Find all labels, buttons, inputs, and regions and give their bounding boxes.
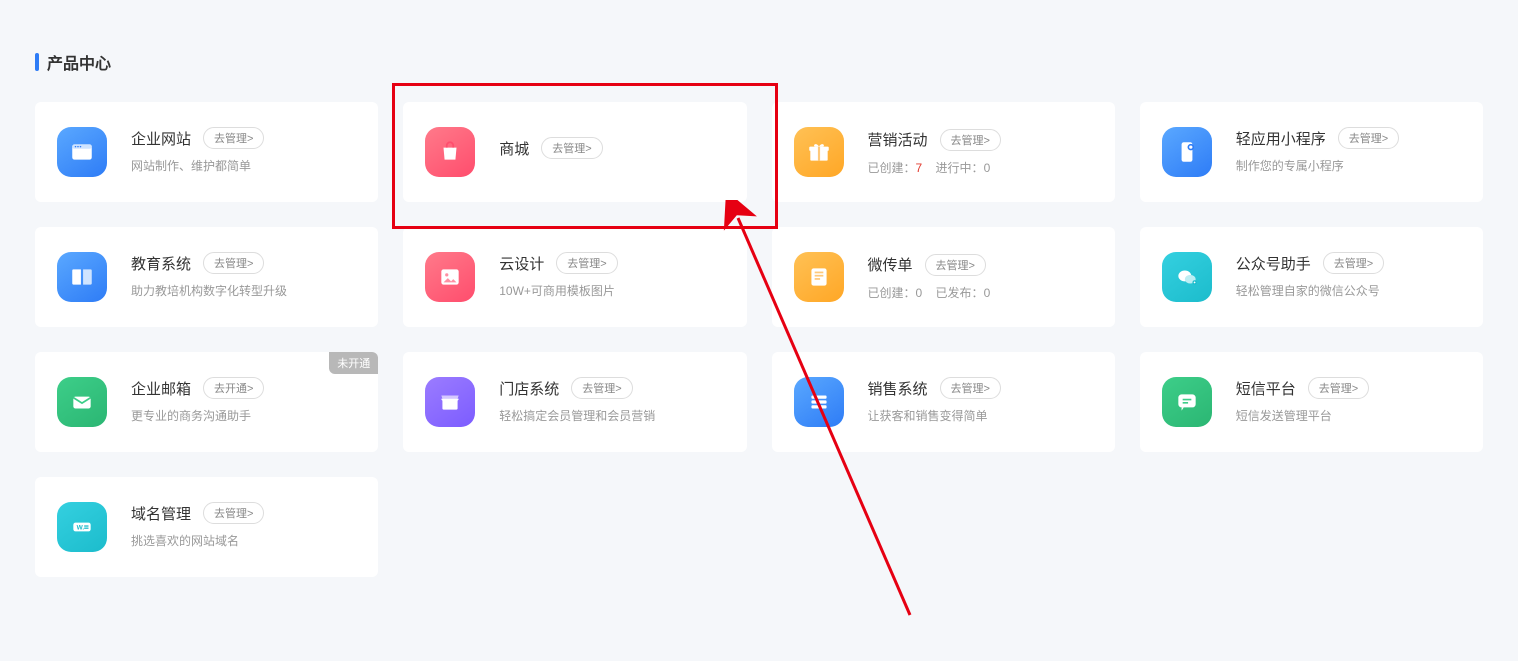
card-design[interactable]: 云设计 去管理> 10W+可商用模板图片 (403, 227, 746, 327)
stat-created-value: 7 (916, 161, 923, 175)
wechat-icon (1162, 252, 1212, 302)
card-title: 域名管理 (131, 503, 191, 524)
card-title: 门店系统 (499, 378, 559, 399)
card-desc: 制作您的专属小程序 (1236, 157, 1461, 176)
chat-bubble-icon (1162, 377, 1212, 427)
card-desc: 挑选喜欢的网站域名 (131, 532, 356, 551)
gift-icon (794, 127, 844, 177)
card-title: 企业网站 (131, 128, 191, 149)
manage-button[interactable]: 去管理> (556, 252, 617, 274)
section-title-text: 产品中心 (47, 50, 111, 74)
card-sms[interactable]: 短信平台 去管理> 短信发送管理平台 (1140, 352, 1483, 452)
manage-button[interactable]: 去管理> (1338, 127, 1399, 149)
card-desc: 轻松管理自家的微信公众号 (1236, 282, 1461, 301)
card-stats: 已创建：0 已发布：0 (868, 284, 1093, 301)
shopping-bag-icon (425, 127, 475, 177)
storefront-icon (425, 377, 475, 427)
manage-button[interactable]: 去管理> (940, 129, 1001, 151)
card-title: 短信平台 (1236, 378, 1296, 399)
stat-running-value: 0 (984, 161, 991, 175)
stat-running-label: 进行中： (936, 161, 984, 175)
svg-text:W.: W. (77, 525, 85, 532)
card-flyer[interactable]: 微传单 去管理> 已创建：0 已发布：0 (772, 227, 1115, 327)
card-store[interactable]: 门店系统 去管理> 轻松搞定会员管理和会员营销 (403, 352, 746, 452)
card-desc: 网站制作、维护都简单 (131, 157, 356, 176)
stat-published-value: 0 (984, 286, 991, 300)
manage-button[interactable]: 去管理> (940, 377, 1001, 399)
card-desc: 更专业的商务沟通助手 (131, 407, 356, 426)
card-desc: 让获客和销售变得简单 (868, 407, 1093, 426)
browser-window-icon (57, 127, 107, 177)
card-title: 云设计 (499, 253, 544, 274)
open-button[interactable]: 去开通> (203, 377, 264, 399)
card-title: 教育系统 (131, 253, 191, 274)
card-title: 营销活动 (868, 129, 928, 150)
card-website[interactable]: 企业网站 去管理> 网站制作、维护都简单 (35, 102, 378, 202)
manage-button[interactable]: 去管理> (203, 252, 264, 274)
card-domain[interactable]: W. 域名管理 去管理> 挑选喜欢的网站域名 (35, 477, 378, 577)
section-title: 产品中心 (35, 50, 1483, 74)
card-miniapp[interactable]: 轻应用小程序 去管理> 制作您的专属小程序 (1140, 102, 1483, 202)
envelope-icon (57, 377, 107, 427)
card-mail[interactable]: 未开通 企业邮箱 去开通> 更专业的商务沟通助手 (35, 352, 378, 452)
manage-button[interactable]: 去管理> (203, 502, 264, 524)
card-title: 微传单 (868, 254, 913, 275)
domain-tag-icon: W. (57, 502, 107, 552)
image-icon (425, 252, 475, 302)
stat-created-value: 0 (916, 286, 923, 300)
card-title: 销售系统 (868, 378, 928, 399)
card-stats: 已创建：7 进行中：0 (868, 159, 1093, 176)
list-bars-icon (794, 377, 844, 427)
card-title: 公众号助手 (1236, 253, 1311, 274)
manage-button[interactable]: 去管理> (571, 377, 632, 399)
unopened-badge: 未开通 (329, 352, 378, 374)
book-icon (57, 252, 107, 302)
card-wechat[interactable]: 公众号助手 去管理> 轻松管理自家的微信公众号 (1140, 227, 1483, 327)
product-grid: 企业网站 去管理> 网站制作、维护都简单 商城 去管理> (35, 102, 1483, 577)
manage-button[interactable]: 去管理> (203, 127, 264, 149)
card-edu[interactable]: 教育系统 去管理> 助力教培机构数字化转型升级 (35, 227, 378, 327)
card-title: 商城 (499, 138, 529, 159)
manage-button[interactable]: 去管理> (925, 254, 986, 276)
card-desc: 轻松搞定会员管理和会员营销 (499, 407, 724, 426)
card-title: 企业邮箱 (131, 378, 191, 399)
card-desc: 助力教培机构数字化转型升级 (131, 282, 356, 301)
card-sales[interactable]: 销售系统 去管理> 让获客和销售变得简单 (772, 352, 1115, 452)
stat-created-label: 已创建： (868, 161, 916, 175)
manage-button[interactable]: 去管理> (541, 137, 602, 159)
card-desc: 短信发送管理平台 (1236, 407, 1461, 426)
card-title: 轻应用小程序 (1236, 128, 1326, 149)
manage-button[interactable]: 去管理> (1308, 377, 1369, 399)
card-marketing[interactable]: 营销活动 去管理> 已创建：7 进行中：0 (772, 102, 1115, 202)
card-desc: 10W+可商用模板图片 (499, 282, 724, 301)
card-mall[interactable]: 商城 去管理> (403, 102, 746, 202)
stat-created-label: 已创建： (868, 286, 916, 300)
manage-button[interactable]: 去管理> (1323, 252, 1384, 274)
stat-published-label: 已发布： (936, 286, 984, 300)
page-icon (794, 252, 844, 302)
section-title-bar (35, 53, 39, 71)
phone-app-icon (1162, 127, 1212, 177)
